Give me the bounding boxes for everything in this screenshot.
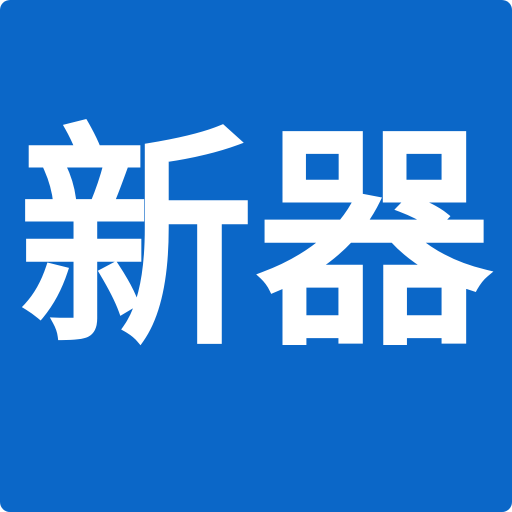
app-icon-tile: 新器	[0, 0, 512, 512]
logo-wordmark: 新器	[18, 103, 494, 378]
logo-text: 新器	[18, 103, 494, 378]
